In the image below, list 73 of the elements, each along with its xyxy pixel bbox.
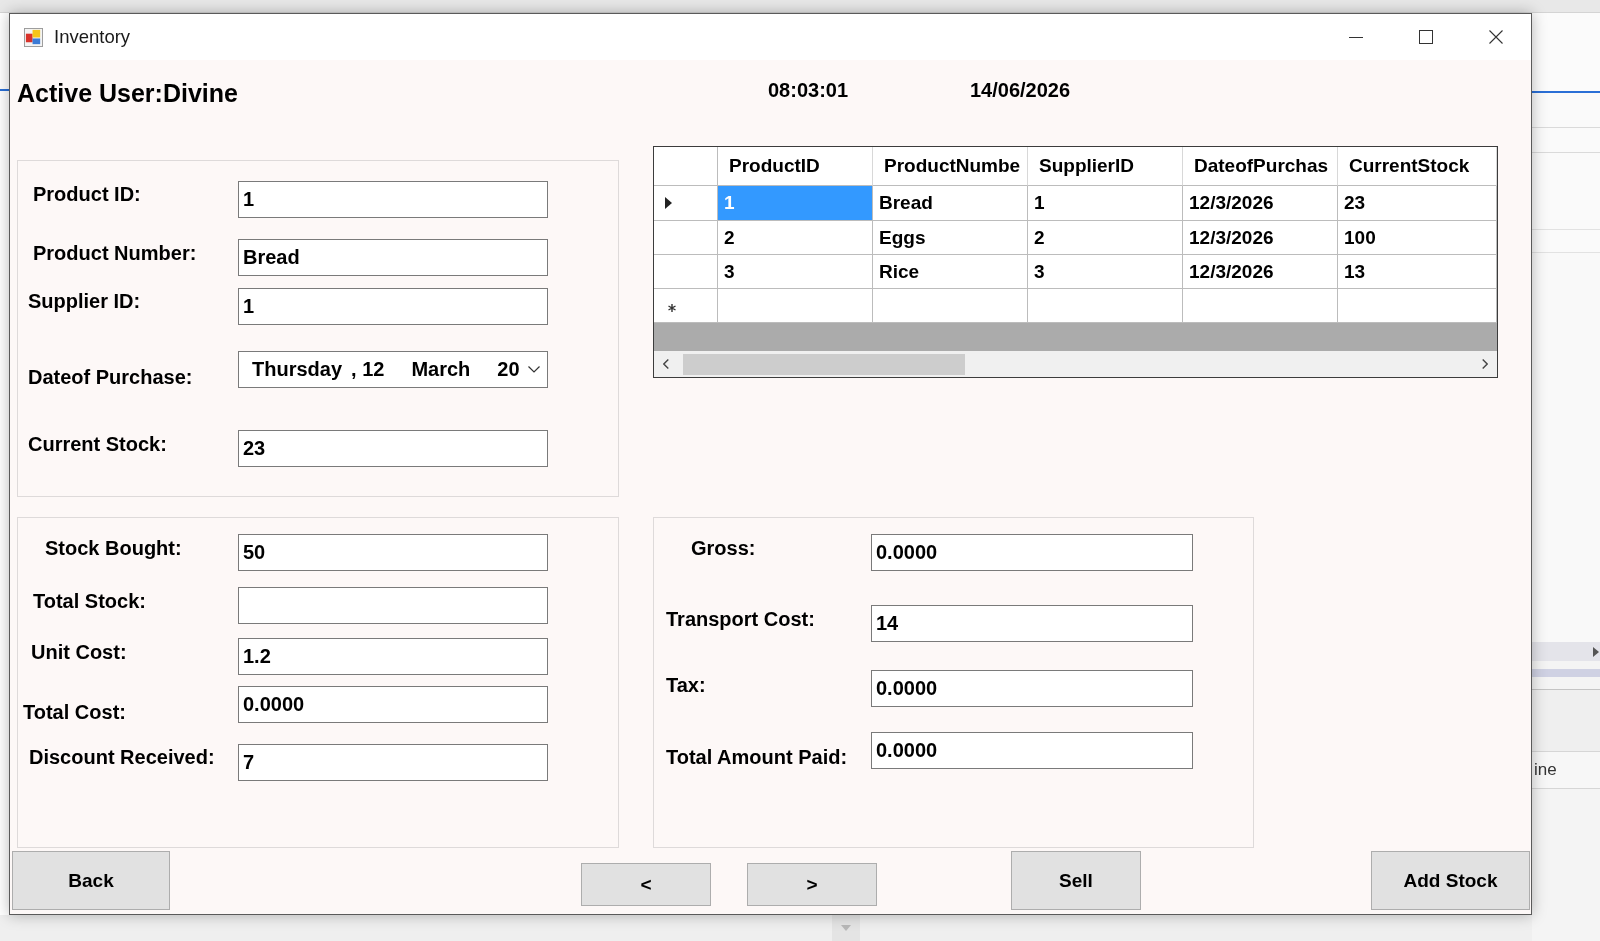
field-label: Total Amount Paid:	[666, 745, 848, 769]
field-label: Stock Bought:	[45, 536, 182, 560]
table-cell[interactable]: 3	[1028, 255, 1183, 289]
maximize-icon	[1419, 30, 1433, 44]
date-label: 14/06/2026	[970, 78, 1071, 102]
field-label: Unit Cost:	[31, 640, 127, 664]
app-icon	[24, 27, 43, 47]
text-field[interactable]: 0.0000	[871, 534, 1193, 571]
active-user-label: Active User:Divine	[17, 78, 238, 108]
new-row-cell[interactable]	[1028, 289, 1183, 323]
field-label: Supplier ID:	[28, 289, 141, 313]
add-stock-button[interactable]: Add Stock	[1371, 851, 1530, 910]
scroll-right-icon[interactable]	[1593, 646, 1599, 657]
text-field[interactable]: 50	[238, 534, 548, 571]
previous-button[interactable]: <	[581, 863, 711, 906]
scroll-thumb[interactable]	[683, 353, 965, 375]
new-row-cell[interactable]	[718, 289, 873, 323]
table-cell[interactable]: 1	[1028, 186, 1183, 221]
scroll-right-icon[interactable]	[1482, 359, 1488, 369]
text-field[interactable]: 1.2	[238, 638, 548, 675]
window-title: Inventory	[54, 26, 131, 48]
clock-time: 08:03:01	[768, 78, 849, 102]
row-header[interactable]	[654, 255, 718, 289]
field-label: Dateof Purchase:	[28, 365, 193, 389]
table-cell[interactable]: 12/3/2026	[1183, 186, 1338, 221]
corner-header[interactable]	[654, 147, 718, 186]
row-header[interactable]	[654, 289, 718, 323]
table-cell[interactable]: 23	[1338, 186, 1497, 221]
field-label: Transport Cost:	[666, 607, 815, 631]
date-picker[interactable]: Thursday , 12 March 20	[238, 351, 548, 388]
scroll-left-icon[interactable]	[663, 359, 669, 369]
table-cell[interactable]: Bread	[873, 186, 1028, 221]
table-cell[interactable]: Eggs	[873, 221, 1028, 255]
background-text: ine	[1534, 760, 1557, 780]
text-field[interactable]: 0.0000	[871, 732, 1193, 769]
next-button[interactable]: >	[747, 863, 877, 906]
row-header[interactable]	[654, 186, 718, 221]
field-label: Total Stock:	[33, 589, 146, 613]
table-cell[interactable]: 2	[718, 221, 873, 255]
new-row-cell[interactable]	[1183, 289, 1338, 323]
text-field[interactable]: 7	[238, 744, 548, 781]
scroll-down-icon[interactable]	[841, 925, 851, 931]
sell-button[interactable]: Sell	[1011, 851, 1141, 910]
chevron-down-icon	[527, 366, 540, 373]
table-cell[interactable]: 12/3/2026	[1183, 221, 1338, 255]
new-row-cell[interactable]	[1338, 289, 1497, 323]
text-field[interactable]: 1	[238, 288, 548, 325]
table-cell[interactable]: Rice	[873, 255, 1028, 289]
field-label: Gross:	[691, 536, 756, 560]
text-field[interactable]: 14	[871, 605, 1193, 642]
text-field[interactable]: 0.0000	[871, 670, 1193, 707]
field-label: Product Number:	[33, 241, 197, 265]
text-field[interactable]	[238, 587, 548, 624]
horizontal-scrollbar[interactable]	[654, 351, 1497, 377]
row-header[interactable]	[654, 221, 718, 255]
field-label: Tax:	[666, 673, 706, 697]
minimize-icon	[1349, 36, 1363, 38]
text-field[interactable]: 23	[238, 430, 548, 467]
table-cell[interactable]: 3	[718, 255, 873, 289]
table-cell[interactable]: 13	[1338, 255, 1497, 289]
field-label: Discount Received:	[29, 745, 215, 769]
text-field[interactable]: 0.0000	[238, 686, 548, 723]
close-icon	[1489, 30, 1503, 44]
field-label: Current Stock:	[28, 432, 167, 456]
text-field[interactable]: 1	[238, 181, 548, 218]
new-row-cell[interactable]	[873, 289, 1028, 323]
table-cell[interactable]: 2	[1028, 221, 1183, 255]
back-button[interactable]: Back	[12, 851, 170, 910]
table-cell[interactable]: 12/3/2026	[1183, 255, 1338, 289]
table-cell[interactable]: 100	[1338, 221, 1497, 255]
field-label: Product ID:	[33, 182, 141, 206]
field-label: Total Cost:	[23, 700, 126, 724]
text-field[interactable]: Bread	[238, 239, 548, 276]
